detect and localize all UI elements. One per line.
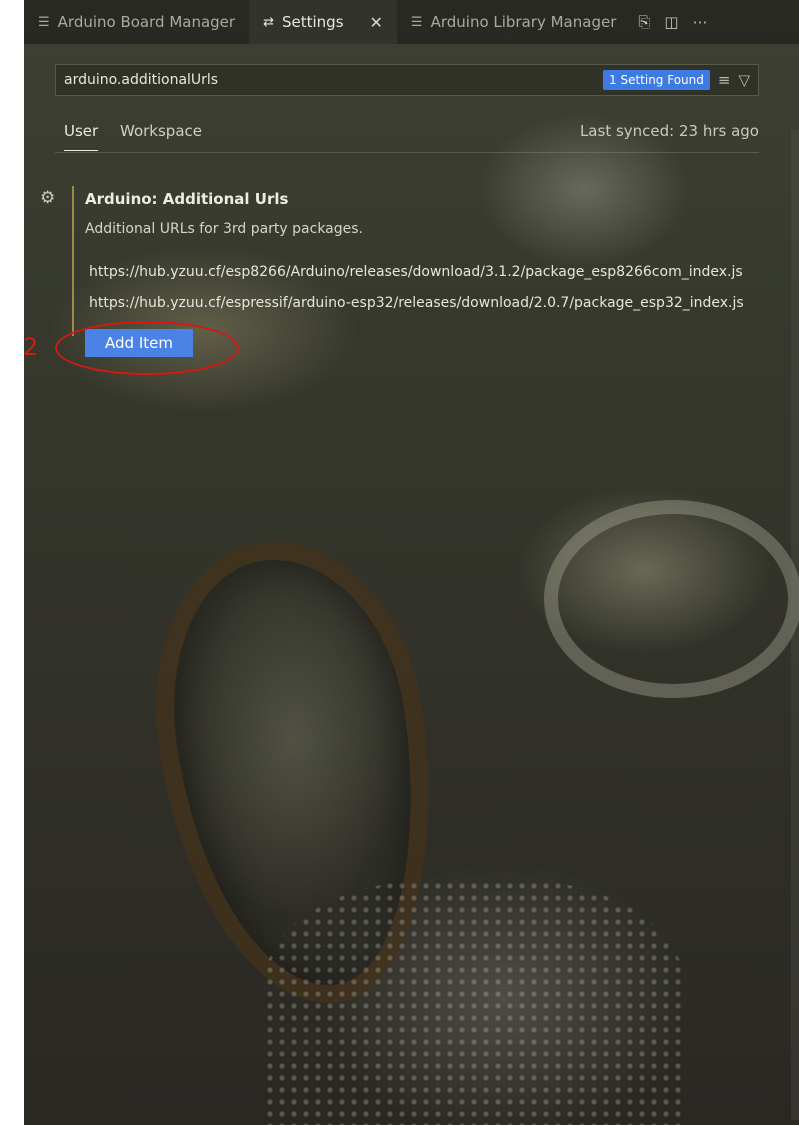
settings-window: ☰ Arduino Board Manager ⇄ Settings ✕ ☰ A… [24,0,799,1125]
url-list-item[interactable]: https://hub.yzuu.cf/espressif/arduino-es… [89,295,744,311]
more-actions-icon[interactable]: ⋯ [693,13,708,31]
list-icon: ☰ [38,14,50,30]
tab-user[interactable]: User [64,122,99,151]
annotation-ellipse [55,321,239,375]
last-synced-status: Last synced: 23 hrs ago [579,122,759,140]
editor-tab-bar: ☰ Arduino Board Manager ⇄ Settings ✕ ☰ A… [24,0,799,44]
editor-actions: ⎘ ◫ ⋯ [638,0,707,44]
annotation-number: 2 [23,333,39,361]
filter-icon[interactable]: ▽ [738,71,750,89]
settings-found-badge: 1 Setting Found [603,70,710,90]
background-cup [544,500,799,698]
tab-label: Arduino Board Manager [57,13,236,31]
setting-title: Arduino: Additional Urls [85,190,289,208]
tab-workspace[interactable]: Workspace [120,122,202,150]
tab-arduino-library-manager[interactable]: ☰ Arduino Library Manager [397,0,630,44]
search-input[interactable] [56,71,603,89]
url-list-item[interactable]: https://hub.yzuu.cf/esp8266/Arduino/rele… [89,264,743,280]
modified-indicator [72,186,74,336]
tab-label: Settings [281,13,344,31]
gear-icon[interactable]: ⚙ [40,188,55,208]
background-lace [264,880,684,1125]
tab-arduino-board-manager[interactable]: ☰ Arduino Board Manager [24,0,249,44]
open-settings-json-icon[interactable]: ⎘ [638,13,650,31]
settings-scope-tabs: User Workspace Last synced: 23 hrs ago [55,118,759,154]
tab-settings[interactable]: ⇄ Settings ✕ [249,0,397,44]
vertical-scrollbar[interactable] [791,130,799,1120]
setting-description: Additional URLs for 3rd party packages. [85,221,363,237]
clear-filter-icon[interactable]: ≡ [718,71,731,89]
settings-sliders-icon: ⇄ [263,14,274,30]
list-icon: ☰ [410,14,423,30]
close-icon[interactable]: ✕ [370,13,383,32]
tab-label: Arduino Library Manager [430,13,617,31]
divider [55,152,759,153]
settings-search-box: 1 Setting Found ≡ ▽ [55,64,759,96]
split-editor-icon[interactable]: ◫ [664,13,678,31]
